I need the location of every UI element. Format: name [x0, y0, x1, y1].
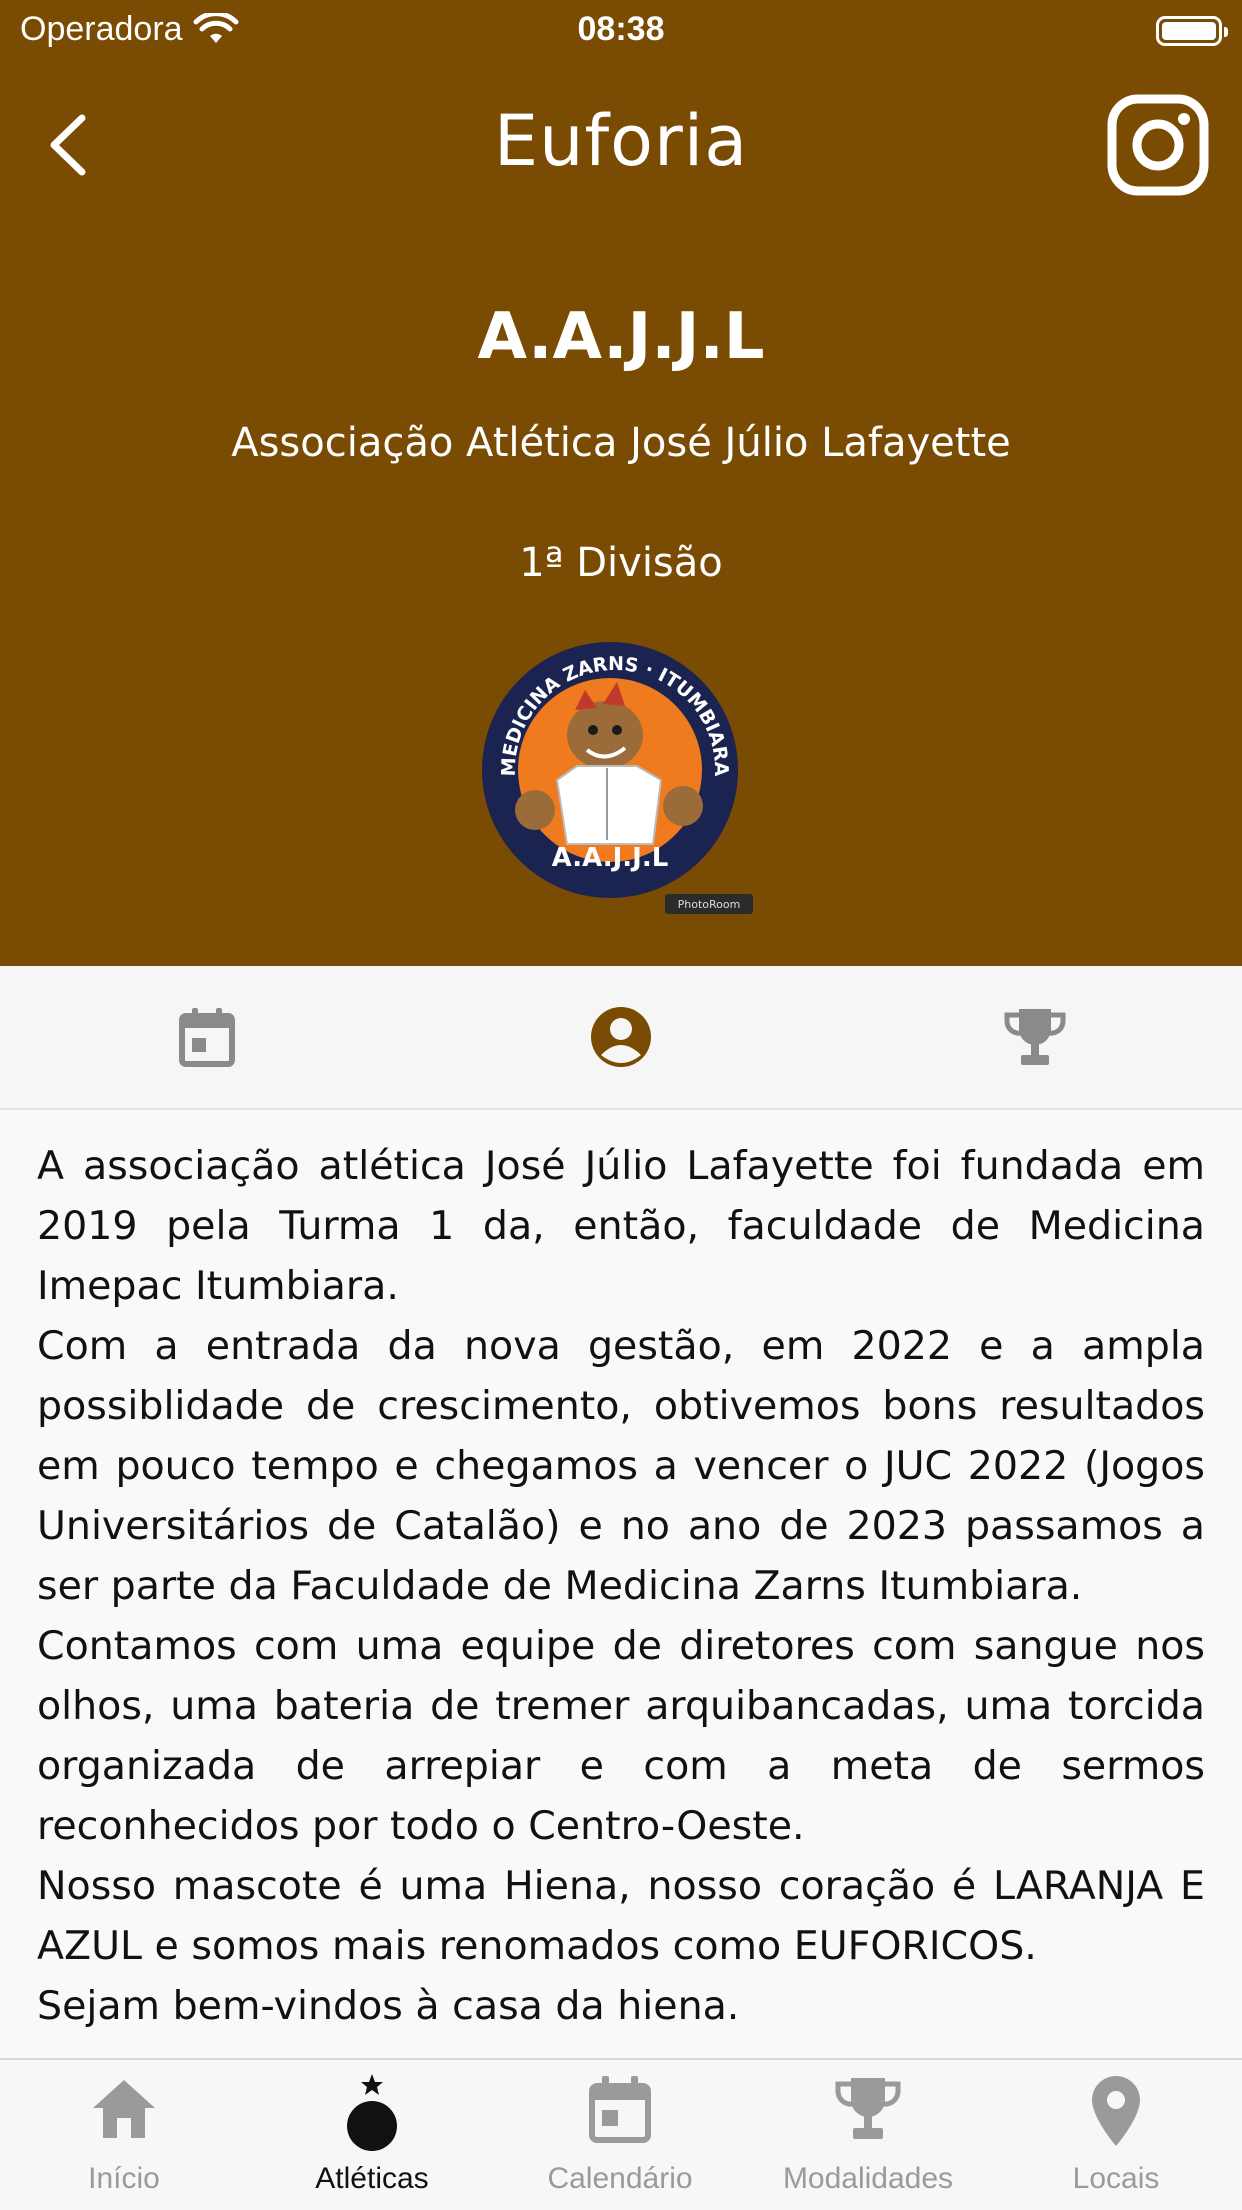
logo-name-text: A.A.J.J.L: [552, 843, 669, 873]
tab-trophy[interactable]: [965, 966, 1105, 1108]
profile-tabs: [0, 966, 1242, 1110]
home-icon: [93, 2080, 155, 2138]
status-time: 08:38: [577, 10, 665, 48]
bottom-tab-inicio[interactable]: Início: [0, 2060, 248, 2210]
location-pin-icon: [1092, 2076, 1140, 2146]
logo-watermark: PhotoRoom: [678, 898, 741, 911]
description-paragraph: A associação atlética José Júlio Lafayet…: [37, 1143, 1205, 1309]
instagram-icon: [1107, 94, 1209, 196]
instagram-button[interactable]: [1106, 93, 1210, 197]
tab-calendar[interactable]: [137, 966, 277, 1108]
bottom-tab-label: Atléticas: [315, 2162, 429, 2195]
bottom-tab-modalidades[interactable]: Modalidades: [744, 2060, 992, 2210]
bottom-tab-calendario[interactable]: Calendário: [496, 2060, 744, 2210]
description-paragraph: Sejam bem-vindos à casa da hiena.: [37, 1983, 740, 2029]
calendar-icon: [179, 1008, 235, 1067]
trophy-icon: [1004, 1009, 1066, 1065]
bottom-tab-label: Início: [88, 2162, 160, 2195]
bottom-tab-bar: Início Atléticas Calendário Modalidades …: [0, 2058, 1242, 2210]
battery-icon: [1156, 16, 1228, 46]
bottom-tab-label: Modalidades: [782, 2162, 954, 2195]
trophy-icon: [835, 2078, 901, 2139]
profile-header: Operadora 08:38 Euforia A.A.J.J.L Associ…: [0, 0, 1242, 966]
ball-star-icon: [347, 2074, 397, 2151]
bottom-tab-label: Calendário: [547, 2162, 693, 2195]
description-paragraph: Contamos com uma equipe de diretores com…: [37, 1623, 1205, 1849]
bottom-tab-atleticas[interactable]: Atléticas: [248, 2060, 496, 2210]
athletic-division: 1ª Divisão: [519, 540, 723, 586]
tab-profile[interactable]: [551, 966, 691, 1108]
bottom-tab-locais[interactable]: Locais: [992, 2060, 1240, 2210]
calendar-icon: [589, 2076, 651, 2143]
nav-title: Euforia: [493, 100, 749, 182]
description-paragraph: Nosso mascote é uma Hiena, nosso coração…: [37, 1863, 1205, 1969]
account-circle-icon: [591, 1007, 651, 1067]
athletic-description: A associação atlética José Júlio Lafayet…: [37, 1136, 1205, 2036]
athletic-logo: MEDICINA ZARNS · ITUMBIARA A.A.J.J.L Pho…: [482, 642, 753, 914]
athletic-abbreviation: A.A.J.J.L: [477, 300, 765, 374]
bottom-tab-label: Locais: [1072, 2162, 1160, 2195]
description-paragraph: Com a entrada da nova gestão, em 2022 e …: [37, 1323, 1205, 1609]
athletic-full-name: Associação Atlética José Júlio Lafayette: [231, 420, 1011, 466]
